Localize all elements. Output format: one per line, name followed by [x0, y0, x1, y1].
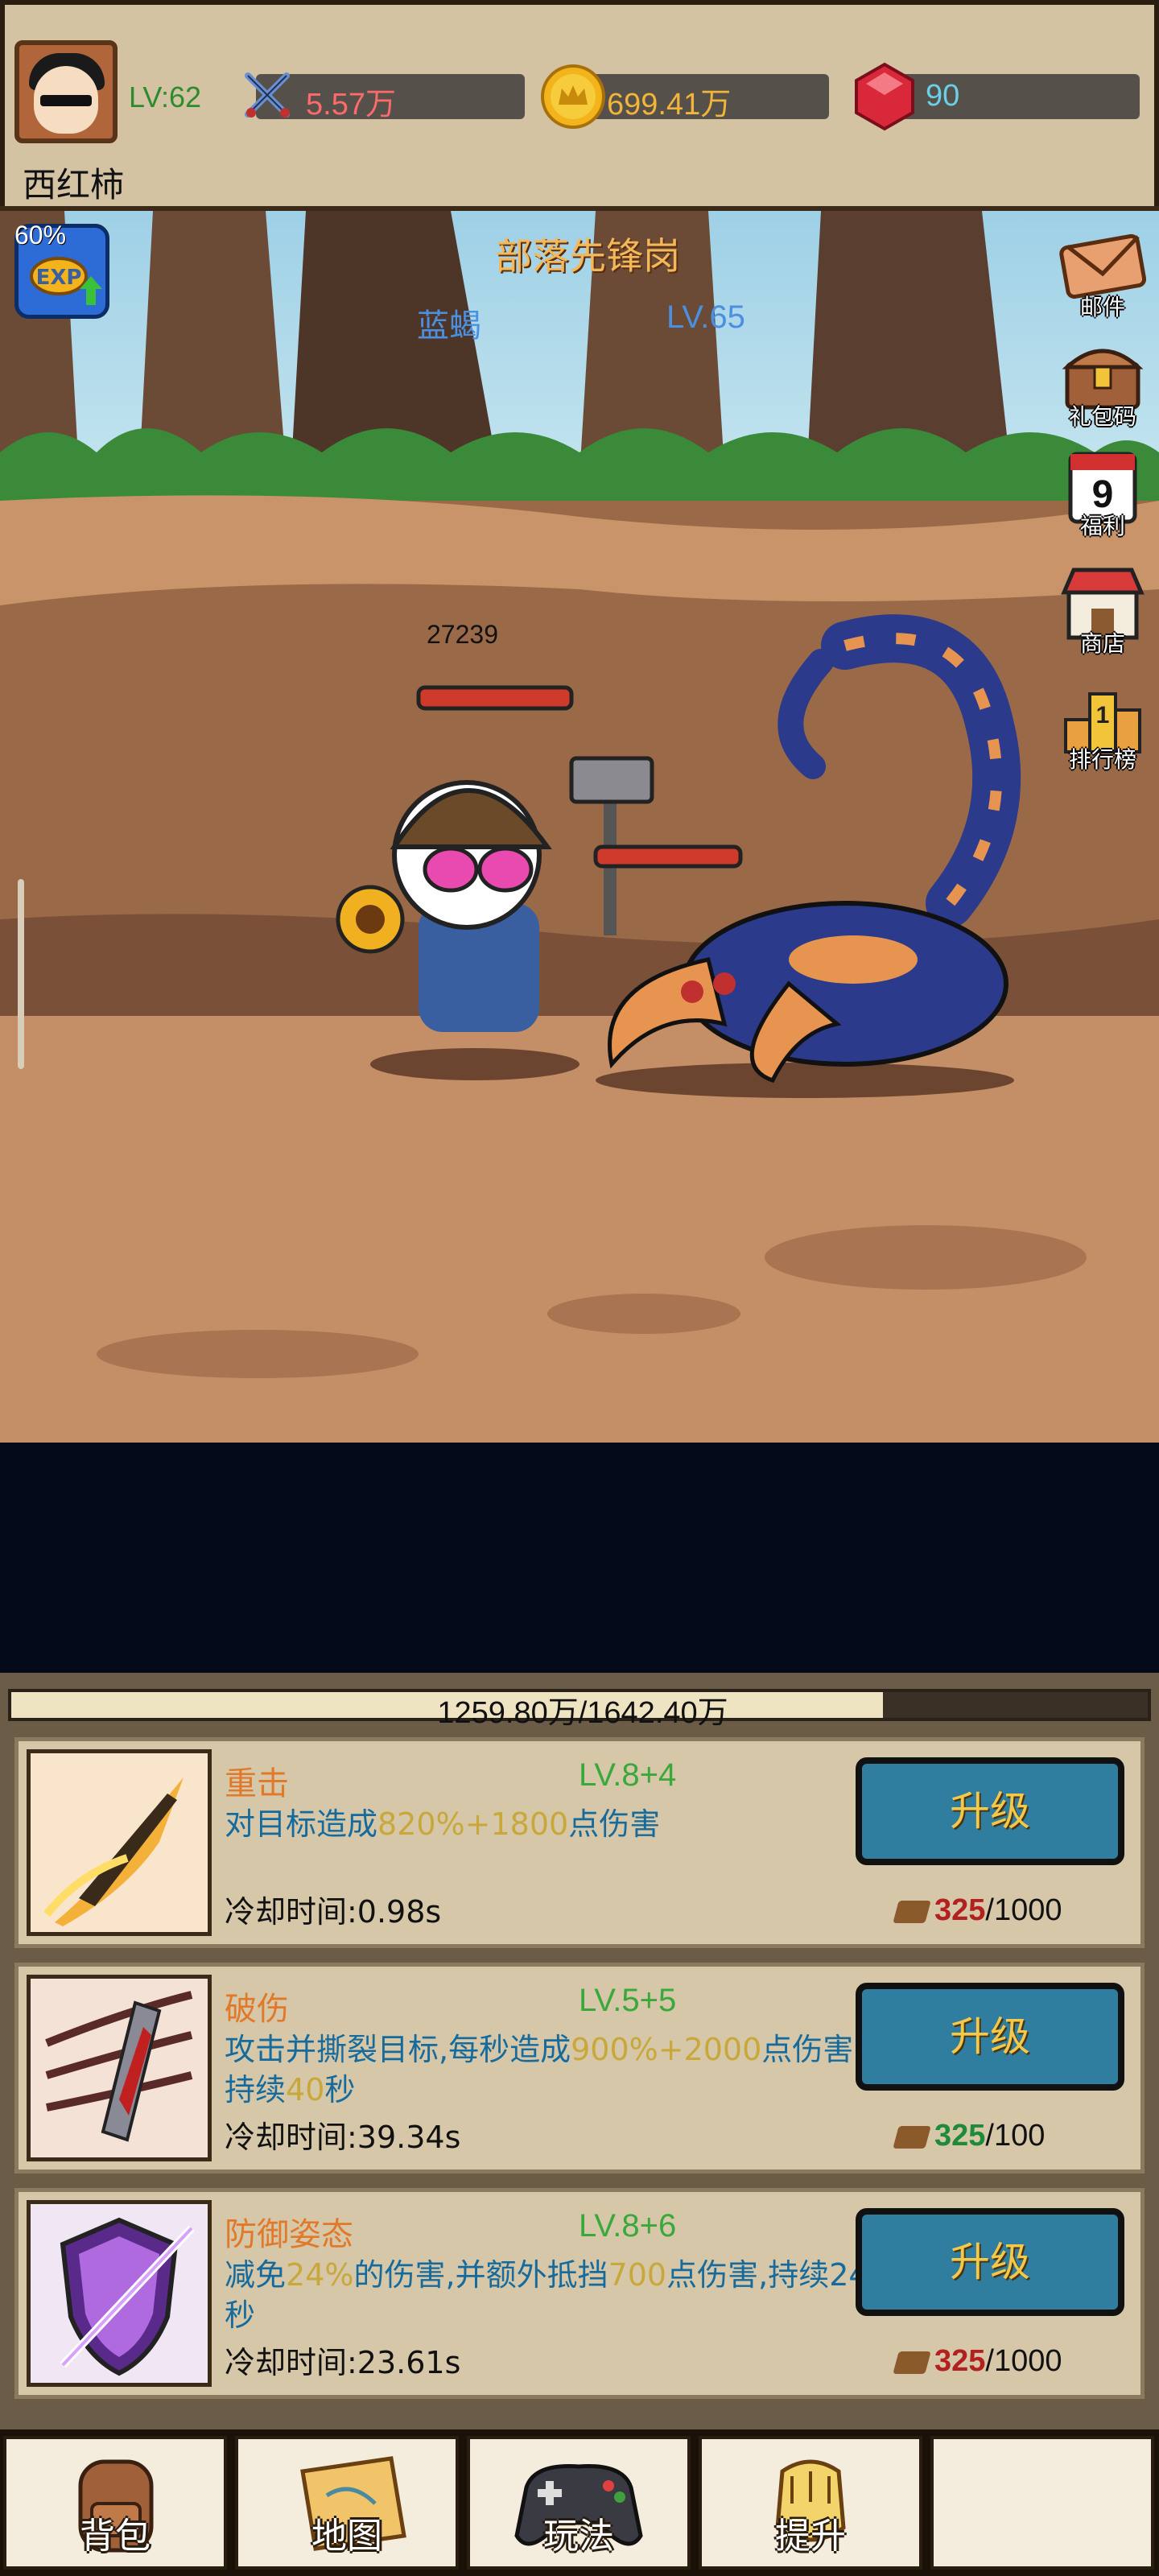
gold-coin-icon [541, 64, 605, 129]
skill-level: LV.5+5 [579, 1983, 677, 2018]
nav-label: 地图 [311, 2516, 382, 2557]
hero-hp-bar [416, 685, 574, 711]
nav-gameplay[interactable]: 玩法 [467, 2436, 691, 2570]
enemy-name: 蓝蝎 [417, 308, 481, 345]
player-avatar[interactable] [14, 40, 118, 143]
exp-percent: 60% [14, 221, 67, 250]
side-label: 礼包码 [1068, 403, 1136, 430]
skill-name: 重击 [225, 1765, 289, 1802]
upgrade-cost: 325/1000 [893, 1893, 1062, 1928]
crossed-swords-icon [245, 72, 290, 118]
cost-have: 325 [934, 2119, 986, 2153]
nav-backpack[interactable]: 背包 [3, 2436, 227, 2570]
side-label: 福利 [1079, 513, 1125, 539]
skill-image [27, 1975, 212, 2161]
side-giftcode-button[interactable]: 礼包码 [1054, 335, 1151, 431]
svg-text:EXP: EXP [36, 266, 82, 290]
avatar-sunglasses [40, 95, 92, 106]
top-hud: LV:62 西红柿 5.57万 699.41万 90 [0, 0, 1159, 211]
skill-level: LV.8+4 [579, 1757, 677, 1793]
svg-text:1: 1 [1096, 702, 1110, 729]
blade-skill-icon [31, 1753, 208, 1932]
upgrade-button[interactable]: 升级 [856, 1757, 1124, 1865]
skill-cooldown: 冷却时间:23.61s [225, 2345, 461, 2380]
skill-book-icon [893, 1900, 931, 1923]
boss-progress-bar: 1259.80万/1642.40万 [8, 1689, 1151, 1730]
side-label: 商店 [1079, 630, 1125, 657]
enemy-level: LV.65 [666, 299, 745, 335]
skill-name: 破伤 [225, 1991, 289, 2028]
power-value: 5.57万 [306, 88, 396, 122]
upgrade-cost: 325/1000 [893, 2344, 1062, 2379]
upgrade-button[interactable]: 升级 [856, 2208, 1124, 2316]
cost-need: /100 [985, 2119, 1046, 2153]
upgrade-cost: 325/100 [893, 2119, 1046, 2153]
player-name: 西红柿 [23, 165, 125, 204]
upgrade-button[interactable]: 升级 [856, 1983, 1124, 2091]
skill-book-icon [893, 2125, 931, 2149]
nav-label: 玩法 [543, 2516, 614, 2557]
skill-book-icon [893, 2351, 931, 2374]
hero-hp-value: 27239 [427, 620, 498, 649]
side-label: 邮件 [1079, 294, 1125, 320]
skill-image [27, 1749, 212, 1936]
nav-label: 背包 [80, 2516, 151, 2557]
skill-card: 防御姿态 LV.8+6 减免24%的伤害,并额外抵挡700点伤害,持续24秒 冷… [14, 2188, 1145, 2399]
skill-card: 破伤 LV.5+5 攻击并撕裂目标,每秒造成900%+2000点伤害,持续40秒… [14, 1963, 1145, 2174]
side-label: 排行榜 [1068, 746, 1136, 773]
boss-progress-text: 1259.80万/1642.40万 [437, 1696, 728, 1730]
skill-cooldown: 冷却时间:39.34s [225, 2120, 461, 2155]
cost-have: 325 [934, 2344, 986, 2378]
nav-map[interactable]: 地图 [235, 2436, 459, 2570]
skill-image [27, 2200, 212, 2387]
skill-description: 攻击并撕裂目标,每秒造成900%+2000点伤害,持续40秒 [225, 2032, 864, 2107]
enemy-hp-bar [593, 844, 743, 869]
nav-label: 提升 [775, 2516, 846, 2557]
player-level: LV:62 [129, 80, 202, 114]
red-gem-icon [855, 62, 914, 131]
bottom-nav: 背包 地图 玩法 提升 [0, 2429, 1159, 2576]
side-ranking-button[interactable]: 1 排行榜 [1054, 678, 1151, 774]
skill-card: 重击 LV.8+4 对目标造成820%+1800点伤害 冷却时间:0.98s 升… [14, 1737, 1145, 1948]
skill-name: 防御姿态 [225, 2216, 353, 2253]
gold-value: 699.41万 [607, 88, 732, 122]
shield-skill-icon [31, 2204, 208, 2383]
skill-description: 对目标造成820%+1800点伤害 [225, 1806, 661, 1842]
nav-empty-slot[interactable] [930, 2436, 1154, 2570]
stage-title: 部落先锋岗 [495, 234, 680, 278]
side-shop-button[interactable]: 商店 [1054, 562, 1151, 658]
cost-have: 325 [934, 1893, 986, 1927]
claw-skill-icon [31, 1979, 208, 2157]
side-welfare-button[interactable]: 9 福利 [1054, 444, 1151, 541]
power-bar: 5.57万 [256, 74, 525, 122]
gem-value: 90 [926, 79, 960, 113]
skill-description: 减免24%的伤害,并额外抵挡700点伤害,持续24秒 [225, 2257, 868, 2333]
forest-background [0, 211, 1159, 1443]
scene-gap [0, 1443, 1159, 1673]
skill-level: LV.8+6 [579, 2208, 677, 2244]
cost-need: /1000 [985, 2344, 1062, 2378]
skill-cooldown: 冷却时间:0.98s [225, 1894, 442, 1930]
cost-need: /1000 [985, 1893, 1062, 1927]
battle-scene [0, 211, 1159, 1443]
side-mail-button[interactable]: 邮件 [1054, 225, 1151, 322]
nav-upgrade[interactable]: 提升 [699, 2436, 922, 2570]
